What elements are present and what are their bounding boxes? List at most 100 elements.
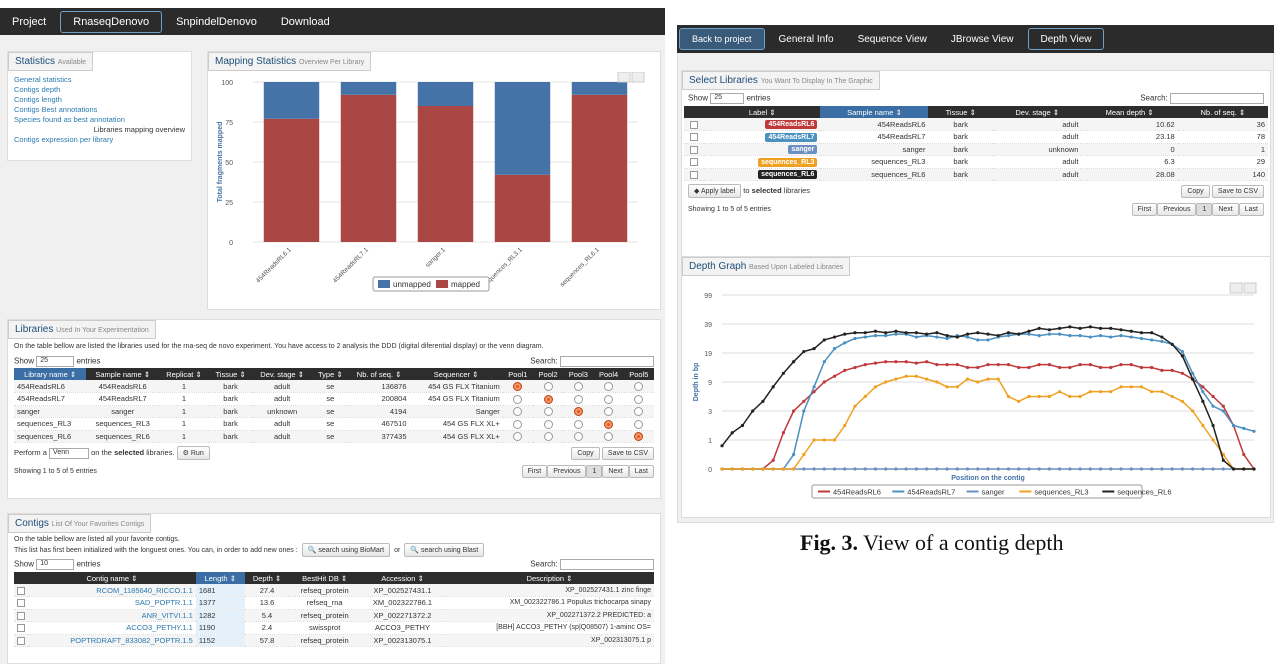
libs-csv-button[interactable]: Save to CSV bbox=[601, 446, 654, 460]
pool-radio[interactable] bbox=[513, 394, 523, 404]
nav-sequence-view[interactable]: Sequence View bbox=[846, 25, 939, 53]
row-checkbox[interactable] bbox=[17, 624, 25, 633]
libs-page-size-select[interactable]: 25 bbox=[36, 355, 75, 367]
row-checkbox[interactable] bbox=[690, 145, 698, 154]
link-contigs-length[interactable]: Contigs length bbox=[14, 95, 185, 105]
run-button[interactable]: ⚙ Run bbox=[176, 446, 210, 460]
column-header[interactable]: Sequencer ⇕ bbox=[409, 368, 503, 380]
row-checkbox[interactable] bbox=[17, 586, 25, 595]
pool-radio[interactable] bbox=[543, 407, 553, 416]
column-header[interactable]: Nb. of seq. ⇕ bbox=[348, 368, 410, 380]
pool-radio[interactable] bbox=[543, 432, 553, 441]
pool-radio[interactable] bbox=[634, 419, 644, 429]
contig-link[interactable]: POPTRDRAFT_833082_POPTR.1.5 bbox=[28, 634, 196, 647]
column-header[interactable]: Pool2 bbox=[533, 368, 564, 380]
back-to-project-button[interactable]: Back to project bbox=[679, 28, 765, 50]
column-header[interactable]: Length ⇕ bbox=[195, 572, 245, 584]
link-general-statistics[interactable]: General statistics bbox=[14, 75, 185, 85]
column-header[interactable]: Depth ⇕ bbox=[244, 572, 290, 584]
nav-download[interactable]: Download bbox=[269, 8, 342, 35]
nav-depth-view[interactable]: Depth View bbox=[1027, 28, 1105, 50]
pool-radio[interactable] bbox=[604, 381, 614, 391]
select-last-button[interactable]: Last bbox=[1238, 203, 1264, 216]
column-header[interactable]: Description ⇕ bbox=[445, 572, 654, 584]
pool-radio[interactable] bbox=[573, 432, 583, 441]
select-next-button[interactable]: Next bbox=[1212, 203, 1239, 216]
column-header[interactable]: Library name ⇕ bbox=[14, 368, 87, 380]
column-header[interactable]: Dev. stage ⇕ bbox=[252, 368, 312, 380]
pool-radio[interactable] bbox=[573, 419, 583, 429]
row-checkbox[interactable] bbox=[690, 158, 698, 167]
select-page-1[interactable]: 1 bbox=[1196, 203, 1213, 216]
apply-label-button[interactable]: ◆ Apply label bbox=[688, 184, 742, 198]
column-header[interactable]: Accession ⇕ bbox=[359, 572, 446, 584]
pool-radio[interactable] bbox=[513, 407, 523, 416]
libs-prev-button[interactable]: Previous bbox=[547, 465, 587, 478]
link-contigs-depth[interactable]: Contigs depth bbox=[14, 85, 185, 95]
select-page-size[interactable]: 25 bbox=[710, 92, 745, 104]
select-csv-button[interactable]: Save to CSV bbox=[1211, 184, 1264, 198]
pool-radio[interactable] bbox=[573, 381, 583, 391]
column-header[interactable]: Sample name ⇕ bbox=[820, 106, 929, 118]
link-species-best-annotation[interactable]: Species found as best annotation bbox=[14, 115, 185, 125]
pool-radio[interactable] bbox=[634, 381, 644, 391]
select-copy-button[interactable]: Copy bbox=[1181, 184, 1210, 198]
row-checkbox[interactable] bbox=[690, 120, 698, 129]
contig-link[interactable]: ACCO3_PETHY.1.1 bbox=[28, 621, 196, 635]
pool-radio[interactable] bbox=[573, 394, 583, 404]
libs-copy-button[interactable]: Copy bbox=[571, 446, 600, 460]
nav-jbrowse-view[interactable]: JBrowse View bbox=[939, 25, 1026, 53]
column-header[interactable] bbox=[684, 106, 704, 118]
row-checkbox[interactable] bbox=[17, 636, 25, 645]
pool-radio[interactable] bbox=[634, 407, 644, 416]
pool-radio[interactable] bbox=[513, 432, 523, 441]
pool-radio[interactable] bbox=[604, 419, 614, 429]
select-prev-button[interactable]: Previous bbox=[1157, 203, 1197, 216]
contigs-search-input[interactable] bbox=[560, 559, 654, 570]
select-first-button[interactable]: First bbox=[1131, 203, 1158, 216]
pool-radio[interactable] bbox=[543, 419, 553, 429]
pool-radio[interactable] bbox=[634, 432, 644, 441]
pool-radio[interactable] bbox=[543, 394, 553, 404]
column-header[interactable]: Contig name ⇕ bbox=[28, 572, 196, 584]
pool-radio[interactable] bbox=[634, 394, 644, 404]
row-checkbox[interactable] bbox=[17, 611, 25, 620]
contig-link[interactable]: ANR_VITVI.1.1 bbox=[28, 609, 196, 622]
nav-rnaseqdenovo[interactable]: RnaseqDenovo bbox=[60, 10, 163, 33]
column-header[interactable]: Label ⇕ bbox=[704, 106, 821, 118]
column-header[interactable]: Tissue ⇕ bbox=[208, 368, 253, 380]
nav-snpindeldenovo[interactable]: SnpindelDenovo bbox=[164, 8, 269, 35]
column-header[interactable]: Replicat ⇕ bbox=[159, 368, 209, 380]
libs-search-input[interactable] bbox=[560, 355, 654, 367]
nav-project[interactable]: Project bbox=[0, 8, 58, 35]
libs-first-button[interactable]: First bbox=[521, 465, 548, 478]
libs-next-button[interactable]: Next bbox=[602, 465, 629, 478]
biomart-search-button[interactable]: 🔍 search using BioMart bbox=[301, 543, 391, 557]
column-header[interactable]: Sample name ⇕ bbox=[86, 368, 160, 380]
nav-general-info[interactable]: General Info bbox=[767, 25, 846, 53]
pool-radio[interactable] bbox=[513, 381, 523, 391]
column-header[interactable]: BestHit DB ⇕ bbox=[289, 572, 360, 584]
blast-search-button[interactable]: 🔍 search using Blast bbox=[404, 543, 485, 557]
pool-radio[interactable] bbox=[573, 407, 583, 416]
contig-link[interactable]: SAD_POPTR.1.1 bbox=[28, 596, 196, 610]
row-checkbox[interactable] bbox=[17, 599, 25, 608]
row-checkbox[interactable] bbox=[690, 133, 698, 142]
pool-radio[interactable] bbox=[543, 381, 553, 391]
column-header[interactable]: Dev. stage ⇕ bbox=[992, 106, 1082, 118]
column-header[interactable]: Pool1 bbox=[502, 368, 533, 380]
pool-radio[interactable] bbox=[604, 407, 614, 416]
column-header[interactable]: Nb. of seq. ⇕ bbox=[1177, 106, 1268, 118]
libs-page-1[interactable]: 1 bbox=[586, 465, 603, 478]
column-header[interactable]: Pool4 bbox=[593, 368, 624, 380]
column-header[interactable]: Pool5 bbox=[623, 368, 654, 380]
contigs-page-size-select[interactable]: 10 bbox=[36, 559, 75, 570]
column-header[interactable]: Tissue ⇕ bbox=[928, 106, 993, 118]
contig-link[interactable]: RCOM_1185640_RICCO.1.1 bbox=[28, 584, 196, 597]
libs-last-button[interactable]: Last bbox=[628, 465, 654, 478]
column-header[interactable]: Mean depth ⇕ bbox=[1081, 106, 1178, 118]
column-header[interactable]: Pool3 bbox=[563, 368, 594, 380]
pool-radio[interactable] bbox=[513, 419, 523, 429]
select-search-input[interactable] bbox=[1170, 92, 1264, 104]
link-contigs-best-annotations[interactable]: Contigs Best annotations bbox=[14, 105, 185, 115]
